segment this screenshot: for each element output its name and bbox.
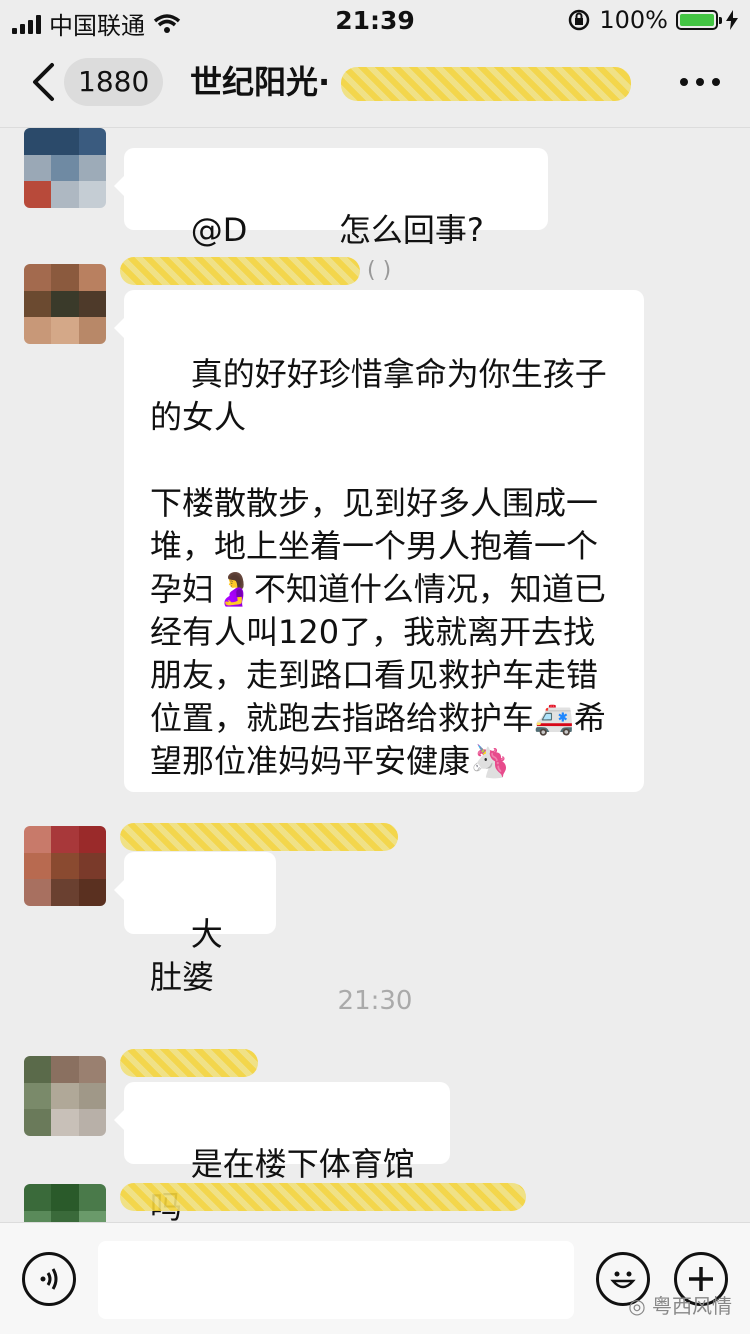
chat-header: 1880 世纪阳光· bbox=[0, 40, 750, 128]
avatar[interactable] bbox=[24, 264, 106, 344]
chat-title-text: 世纪阳光· bbox=[190, 63, 331, 101]
sender-name: ( ) bbox=[120, 254, 391, 288]
redacted-name-mosaic bbox=[120, 1049, 258, 1077]
time-divider: 21:30 bbox=[337, 986, 413, 1016]
sender-name bbox=[120, 1046, 258, 1080]
redacted-name-mosaic bbox=[120, 1183, 526, 1211]
avatar[interactable] bbox=[24, 128, 106, 208]
battery-icon bbox=[676, 10, 722, 30]
redacted-title-mosaic bbox=[341, 67, 632, 101]
status-right: 100% bbox=[567, 6, 738, 34]
message-bubble[interactable]: 是在楼下体育馆吗 bbox=[114, 1082, 450, 1222]
sender-name bbox=[120, 820, 398, 854]
watermark-text: 粤西风情 bbox=[652, 1294, 732, 1318]
avatar[interactable] bbox=[24, 1056, 106, 1136]
message-input[interactable] bbox=[98, 1241, 574, 1319]
message-bubble[interactable]: @D 怎么回事? bbox=[114, 148, 548, 249]
redacted-name-mosaic bbox=[120, 257, 360, 285]
chat-title: 世纪阳光· bbox=[190, 58, 632, 106]
voice-input-button[interactable] bbox=[22, 1252, 76, 1306]
battery-percent: 100% bbox=[599, 6, 668, 34]
charging-icon bbox=[726, 10, 738, 30]
message-bubble[interactable]: 大肚婆 bbox=[114, 852, 276, 996]
wechat-logo-icon: ◎ bbox=[628, 1294, 652, 1318]
message-text: @D 怎么回事? bbox=[190, 211, 484, 249]
message-text: 真的好好珍惜拿命为你生孩子的女人 下楼散散步，见到好多人围成一堆，地上坐着一个男… bbox=[150, 355, 607, 780]
sender-name-text: ( ) bbox=[367, 258, 392, 283]
voice-icon bbox=[40, 1268, 58, 1290]
status-bar: 中国联通 21:39 100% bbox=[0, 0, 750, 40]
message-text: 大肚婆 bbox=[150, 915, 223, 996]
back-chevron-icon[interactable] bbox=[30, 62, 56, 102]
orientation-lock-icon bbox=[569, 9, 590, 31]
redacted-name-mosaic bbox=[120, 823, 398, 851]
message-list[interactable]: @D 怎么回事? ( ) 真的好好珍惜拿命为你生孩子的女人 下楼散散步，见到好多… bbox=[0, 128, 750, 1222]
unread-count-badge[interactable]: 1880 bbox=[64, 58, 164, 106]
message-bubble[interactable]: 真的好好珍惜拿命为你生孩子的女人 下楼散散步，见到好多人围成一堆，地上坐着一个男… bbox=[114, 290, 644, 792]
avatar[interactable] bbox=[24, 826, 106, 906]
sender-name bbox=[120, 1180, 526, 1214]
avatar[interactable] bbox=[24, 1184, 106, 1222]
watermark: ◎ 粤西风情 bbox=[628, 1290, 732, 1319]
more-options-icon[interactable] bbox=[680, 78, 720, 86]
